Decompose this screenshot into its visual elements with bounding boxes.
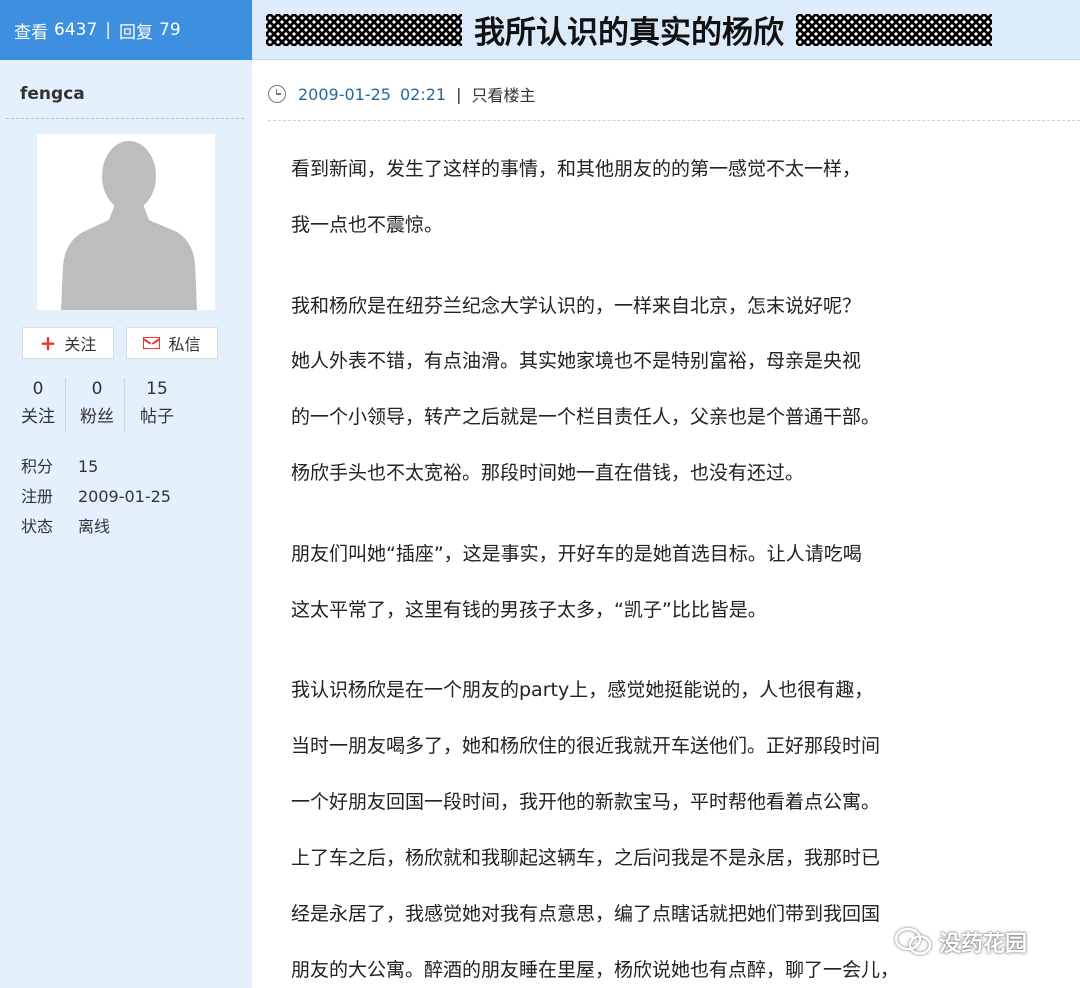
post-line: 杨欣手头也不太宽裕。那段时间她一直在借钱，也没有还过。 — [291, 462, 805, 484]
views-label: 查看 — [14, 22, 48, 43]
watermark: 没药花园 — [893, 926, 1027, 958]
following-count[interactable]: 0 关注 — [8, 375, 68, 431]
post-divider — [268, 120, 1080, 121]
stat-value: 15 — [146, 379, 168, 399]
followers-count[interactable]: 0 粉丝 — [67, 375, 127, 431]
mail-icon — [143, 337, 161, 349]
post-line: 她人外表不错，有点油滑。其实她家境也不是特别富裕，母亲是央视 — [291, 350, 862, 372]
info-value: 15 — [78, 457, 99, 476]
default-avatar-silhouette-icon — [37, 134, 215, 310]
plus-icon: + — [39, 331, 57, 355]
author-only-link[interactable]: 只看楼主 — [471, 82, 535, 106]
user-counts: 0 关注 0 粉丝 15 帖子 — [0, 375, 252, 435]
replies-count: 79 — [159, 20, 181, 40]
post-line: 看到新闻，发生了这样的事情，和其他朋友的的第一感觉不太一样， — [291, 158, 862, 180]
stats-separator: | — [105, 20, 111, 40]
censor-block-left — [266, 13, 462, 46]
post-line: 的一个小领导，转产之后就是一个栏目责任人，父亲也是个普通干部。 — [291, 406, 881, 428]
posts-count[interactable]: 15 帖子 — [127, 375, 187, 431]
post-meta: 2009-01-25 02:21 | 只看楼主 — [268, 82, 536, 106]
info-row-registered: 注册 2009-01-25 — [21, 482, 171, 512]
post-line: 一个好朋友回国一段时间，我开他的新款宝马，平时帮他看着点公寓。 — [291, 791, 881, 813]
info-key: 状态 — [21, 517, 54, 536]
follow-button[interactable]: + 关注 — [22, 327, 114, 359]
user-sidebar: fengca + 关注 私信 0 关注 0 粉丝 15 帖子 积分 15 注册 … — [0, 60, 252, 988]
follow-label: 关注 — [64, 335, 97, 354]
post-line: 我和杨欣是在纽芬兰纪念大学认识的，一样来自北京，怎末说好呢？ — [291, 295, 862, 317]
info-row-status: 状态 离线 — [21, 512, 171, 542]
wechat-icon — [894, 927, 932, 955]
avatar[interactable] — [37, 134, 215, 310]
post-line: 当时一朋友喝多了，她和杨欣住的很近我就开车送他们。正好那段时间 — [291, 735, 881, 757]
post-line: 上了车之后，杨欣就和我聊起这辆车，之后问我是不是永居，我那时已 — [291, 847, 881, 869]
stat-value: 0 — [91, 379, 103, 399]
post-line: 我一点也不震惊。 — [291, 214, 444, 236]
stat-divider — [65, 379, 66, 431]
thread-title: 我所认识的真实的杨欣 — [474, 15, 784, 51]
post-line: 朋友们叫她“插座”，这是事实，开好车的是她首选目标。让人请吃喝 — [291, 543, 862, 565]
stat-value: 0 — [32, 379, 44, 399]
meta-separator: | — [456, 84, 462, 104]
stat-divider — [124, 379, 125, 431]
views-count: 6437 — [54, 20, 98, 40]
username-link[interactable]: fengca — [20, 84, 85, 104]
user-info: 积分 15 注册 2009-01-25 状态 离线 — [21, 452, 171, 542]
private-message-button[interactable]: 私信 — [126, 327, 218, 359]
info-key: 注册 — [21, 487, 54, 506]
post-date: 2009-01-25 — [298, 84, 391, 104]
sidebar-divider — [6, 118, 244, 119]
message-label: 私信 — [168, 335, 201, 354]
censor-block-right — [796, 13, 992, 46]
watermark-text: 没药花园 — [939, 932, 1028, 957]
post-line: 这太平常了，这里有钱的男孩子太多，“凯子”比比皆是。 — [291, 599, 767, 621]
stat-label: 帖子 — [140, 407, 174, 427]
stat-label: 关注 — [21, 407, 55, 427]
thread-stats-bar: 查看 6437 | 回复 79 — [0, 0, 252, 60]
stat-label: 粉丝 — [80, 407, 114, 427]
thread-title-bar: 我所认识的真实的杨欣 — [252, 0, 1080, 60]
post-line: 经是永居了，我感觉她对我有点意思，编了点瞎话就把她们带到我回国 — [291, 903, 881, 925]
clock-icon — [268, 85, 286, 103]
post-line: 朋友的大公寓。醉酒的朋友睡在里屋，杨欣说她也有点醉，聊了一会儿， — [291, 959, 900, 981]
info-value: 离线 — [78, 517, 111, 536]
info-key: 积分 — [21, 457, 54, 476]
replies-label: 回复 — [119, 22, 153, 43]
info-value: 2009-01-25 — [78, 487, 171, 506]
post-line: 我认识杨欣是在一个朋友的party上，感觉她挺能说的，人也很有趣， — [291, 679, 874, 701]
info-row-points: 积分 15 — [21, 452, 171, 482]
post-time: 02:21 — [399, 84, 447, 104]
